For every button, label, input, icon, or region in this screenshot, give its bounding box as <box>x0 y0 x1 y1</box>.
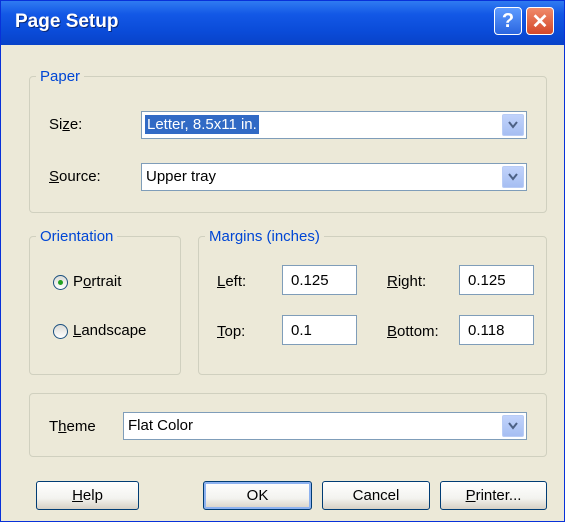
top-margin-value: 0.1 <box>291 322 312 339</box>
left-margin-input[interactable]: 0.125 <box>282 265 357 295</box>
chevron-down-icon <box>508 422 518 430</box>
size-select-value: Letter, 8.5x11 in. <box>145 115 259 134</box>
bottom-margin-value: 0.118 <box>468 322 505 339</box>
portrait-label[interactable]: Portrait <box>73 273 121 290</box>
bottom-margin-input[interactable]: 0.118 <box>459 315 534 345</box>
paper-group: Paper <box>29 68 547 213</box>
chevron-down-icon <box>508 121 518 129</box>
source-label: Source: <box>49 168 101 185</box>
orientation-legend: Orientation <box>40 228 114 245</box>
theme-select[interactable]: Flat Color <box>123 412 527 440</box>
margins-legend: Margins (inches) <box>209 228 320 245</box>
top-margin-label: Top: <box>217 323 246 340</box>
source-dropdown-arrow[interactable] <box>502 166 524 188</box>
left-margin-value: 0.125 <box>291 272 329 289</box>
size-dropdown-arrow[interactable] <box>502 114 524 136</box>
source-select[interactable]: Upper tray <box>141 163 527 191</box>
dialog-title: Page Setup <box>15 11 119 32</box>
top-margin-input[interactable]: 0.1 <box>282 315 357 345</box>
title-help-button[interactable]: ? <box>494 7 522 35</box>
right-margin-input[interactable]: 0.125 <box>459 265 534 295</box>
help-button[interactable]: Help <box>36 481 139 510</box>
source-select-value: Upper tray <box>146 168 217 185</box>
right-margin-label: Right: <box>387 273 427 290</box>
size-label: Size: <box>49 116 83 133</box>
title-bar[interactable]: Page Setup ? ✕ <box>1 1 564 45</box>
right-margin-value: 0.125 <box>468 272 506 289</box>
portrait-radio[interactable] <box>53 275 68 290</box>
theme-label: Theme <box>49 418 96 435</box>
margins-group: Margins (inches) <box>198 228 547 375</box>
size-select[interactable]: Letter, 8.5x11 in. <box>141 111 527 139</box>
landscape-label[interactable]: Landscape <box>73 322 146 339</box>
left-margin-label: Left: <box>217 273 247 290</box>
page-setup-dialog: Page Setup ? ✕ Paper Size: Letter, 8.5x1… <box>0 0 565 522</box>
theme-dropdown-arrow[interactable] <box>502 415 524 437</box>
chevron-down-icon <box>508 173 518 181</box>
close-icon: ✕ <box>531 10 549 33</box>
printer-button[interactable]: Printer... <box>440 481 547 510</box>
theme-select-value: Flat Color <box>128 417 194 434</box>
orientation-group: Orientation <box>29 228 181 375</box>
landscape-radio[interactable] <box>53 324 68 339</box>
cancel-button[interactable]: Cancel <box>322 481 430 510</box>
title-close-button[interactable]: ✕ <box>526 7 554 35</box>
ok-button[interactable]: OK <box>203 481 312 510</box>
paper-legend: Paper <box>40 68 81 85</box>
help-icon: ? <box>501 9 515 32</box>
bottom-margin-label: Bottom: <box>387 323 439 340</box>
